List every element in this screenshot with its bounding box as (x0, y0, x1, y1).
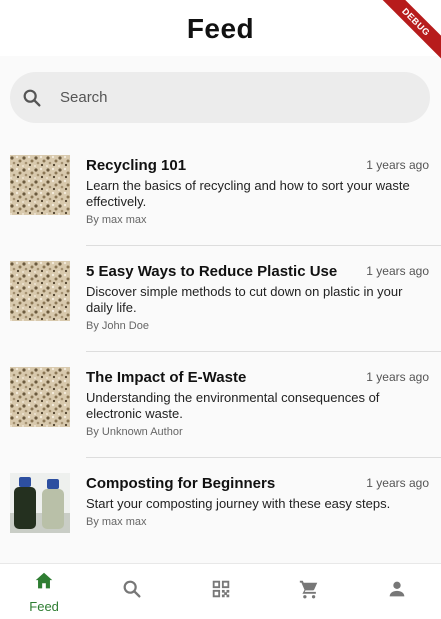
nav-profile[interactable] (353, 564, 441, 619)
article-title: 5 Easy Ways to Reduce Plastic Use (86, 263, 338, 280)
search-icon (121, 578, 143, 605)
feed-item[interactable]: The Impact of E-Waste 1 years ago Unders… (0, 352, 441, 458)
article-description: Start your composting journey with these… (86, 496, 391, 511)
article-thumbnail (10, 367, 70, 427)
article-title: Recycling 101 (86, 157, 187, 174)
search-placeholder[interactable]: Search (60, 89, 108, 106)
nav-feed-label: Feed (29, 598, 59, 614)
bottom-navigation: Feed (0, 563, 441, 619)
feed-list: Recycling 101 1 years ago Learn the basi… (0, 140, 441, 564)
nav-scan[interactable] (176, 564, 264, 619)
article-author: By Unknown Author (86, 426, 183, 438)
cart-icon (298, 578, 320, 605)
article-age: 1 years ago (366, 158, 429, 172)
feed-item[interactable]: Composting for Beginners 1 years ago Sta… (0, 458, 441, 564)
feed-item[interactable]: 5 Easy Ways to Reduce Plastic Use 1 year… (0, 246, 441, 352)
feed-item[interactable]: Recycling 101 1 years ago Learn the basi… (0, 140, 441, 246)
nav-search[interactable] (88, 564, 176, 619)
article-author: By max max (86, 214, 147, 226)
nav-feed[interactable]: Feed (0, 564, 88, 619)
person-icon (386, 578, 408, 605)
article-thumbnail (10, 155, 70, 215)
article-title: The Impact of E-Waste (86, 369, 247, 386)
app-bar: Feed (0, 0, 441, 56)
article-age: 1 years ago (366, 476, 429, 490)
article-author: By John Doe (86, 320, 149, 332)
article-description: Understanding the environmental conseque… (86, 390, 380, 421)
page-title: Feed (186, 13, 255, 44)
article-description: Discover simple methods to cut down on p… (86, 284, 403, 315)
home-icon (33, 570, 55, 597)
article-description: Learn the basics of recycling and how to… (86, 178, 410, 209)
article-title: Composting for Beginners (86, 475, 276, 492)
article-author: By max max (86, 516, 147, 528)
article-age: 1 years ago (366, 370, 429, 384)
qr-code-icon (210, 578, 232, 605)
search-icon (20, 86, 44, 110)
nav-cart[interactable] (265, 564, 353, 619)
search-bar[interactable]: Search (10, 72, 430, 123)
article-thumbnail (10, 261, 70, 321)
article-age: 1 years ago (366, 264, 429, 278)
article-thumbnail (10, 473, 70, 533)
